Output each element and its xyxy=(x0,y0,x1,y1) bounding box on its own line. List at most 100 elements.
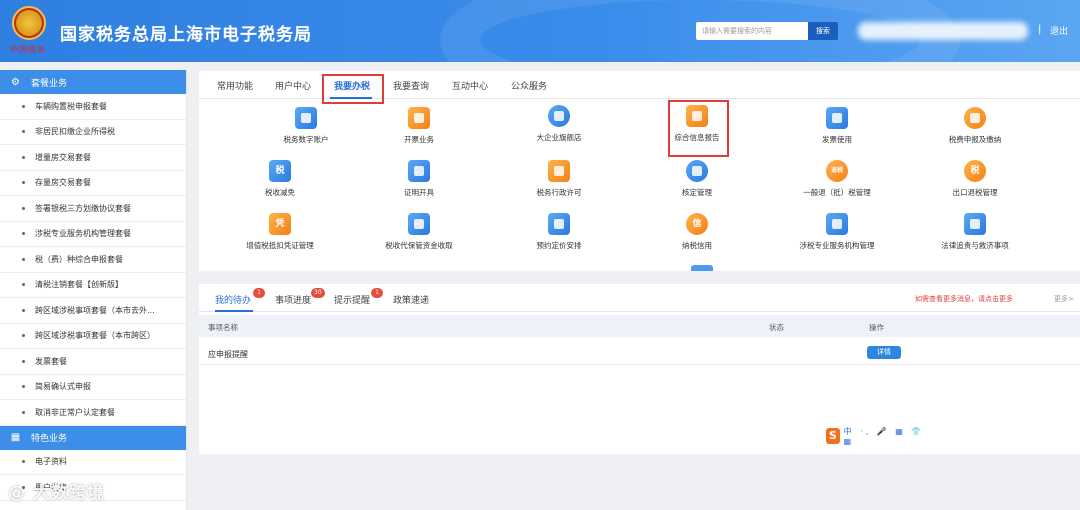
sidebar-item[interactable]: 简易确认式申报 xyxy=(0,375,186,400)
settings-icon: ⚙ xyxy=(11,76,20,88)
tab-user-center[interactable]: 用户中心 xyxy=(275,79,311,92)
service-label: 涉税专业服务机构管理 xyxy=(799,241,875,250)
sidebar-section-packages[interactable]: ⚙ 套餐业务 xyxy=(0,70,186,94)
vat-voucher-icon: 凭 xyxy=(269,213,291,235)
sidebar-section-featured[interactable]: ▦ 特色业务 xyxy=(0,425,186,450)
tab-my-todo[interactable]: 我的待办 1 xyxy=(215,288,265,306)
service-tax-relief[interactable]: 税 税收减免 xyxy=(205,160,355,198)
certificate-icon xyxy=(408,160,430,182)
service-label: 一般退（抵）税管理 xyxy=(803,188,871,197)
service-invoice-issue[interactable]: 开票业务 xyxy=(344,107,494,145)
tab-public-service[interactable]: 公众服务 xyxy=(511,79,547,92)
count-badge: 1 xyxy=(371,288,383,298)
sidebar-item-label: 取消非正常户认定套餐 xyxy=(35,407,115,417)
service-custody-fund[interactable]: 税收代保管资金收取 xyxy=(344,213,494,251)
service-label: 预约定价安排 xyxy=(536,241,582,250)
bullet-icon xyxy=(22,232,25,236)
service-vat-voucher[interactable]: 凭 增值税抵扣凭证管理 xyxy=(205,213,355,251)
export-refund-glyph: 税 xyxy=(970,166,980,176)
watermark: @ 大数跨境 xyxy=(8,483,105,503)
sidebar-item-label: 存量房交易套餐 xyxy=(35,178,91,188)
service-legal-remedy[interactable]: 法律追责与救济事项 xyxy=(900,213,1050,251)
search-input[interactable]: 请输入需要搜索的内容 xyxy=(696,22,808,40)
tab-label: 政策速递 xyxy=(393,296,430,306)
more-notice[interactable]: 如需查看更多消息，请点击更多 xyxy=(915,294,1013,304)
sidebar-item-label: 车辆购置税申报套餐 xyxy=(35,101,107,111)
sidebar-item[interactable]: 跨区域涉税事项套餐（本市跨区） xyxy=(0,324,186,349)
row-name: 应申报提醒 xyxy=(208,350,248,359)
count-badge: 30 xyxy=(311,288,325,298)
bullet-icon xyxy=(22,104,25,108)
service-agency-management[interactable]: 涉税专业服务机构管理 xyxy=(762,213,912,251)
sidebar-item[interactable]: 签署银税三方划缴协议套餐 xyxy=(0,196,186,222)
service-label: 税费申报及缴纳 xyxy=(948,135,1002,144)
service-admin-license[interactable]: 税务行政许可 xyxy=(484,160,634,198)
service-credit[interactable]: 信 纳税信用 xyxy=(622,213,772,251)
sidebar-item[interactable]: 发票套餐 xyxy=(0,349,186,375)
bullet-icon xyxy=(22,257,25,261)
pricing-icon xyxy=(548,213,570,235)
logout-link[interactable]: 退出 xyxy=(1050,24,1068,37)
service-label: 税收代保管资金收取 xyxy=(385,241,453,250)
sidebar-item-label: 签署银税三方划缴协议套餐 xyxy=(35,203,131,213)
service-pricing[interactable]: 预约定价安排 xyxy=(484,213,634,251)
sidebar-item[interactable]: 非居民扣缴企业所得税 xyxy=(0,120,186,145)
service-label: 增值税抵扣凭证管理 xyxy=(246,241,314,250)
service-assessment[interactable]: 核定管理 xyxy=(622,160,772,198)
service-panel: 常用功能 用户中心 我要办税 我要查询 互动中心 公众服务 税务数字账户 开票业… xyxy=(199,71,1080,271)
service-refund[interactable]: 退税 一般退（抵）税管理 xyxy=(762,160,912,198)
more-link[interactable]: 更多> xyxy=(1054,294,1074,304)
grid-icon: ▦ xyxy=(10,432,21,443)
law-icon xyxy=(964,213,986,235)
tab-policy[interactable]: 政策速递 xyxy=(393,293,429,306)
sidebar-item[interactable]: 取消非正常户认定套餐 xyxy=(0,400,186,426)
service-tax-payment[interactable]: 税费申报及缴纳 xyxy=(900,107,1050,145)
license-icon xyxy=(548,160,570,182)
user-info-blurred xyxy=(858,22,1028,40)
service-label: 出口退税管理 xyxy=(952,188,998,197)
tab-label: 事项进度 xyxy=(275,296,312,306)
bullet-icon xyxy=(22,308,25,312)
custody-fund-icon xyxy=(408,213,430,235)
column-header: 操作 xyxy=(869,323,884,332)
service-invoice-use[interactable]: 发票使用 xyxy=(762,107,912,145)
sidebar: ⚙ 套餐业务 车辆购置税申报套餐 非居民扣缴企业所得税 增量房交易套餐 存量房交… xyxy=(0,70,187,510)
sidebar-item[interactable]: 清税注销套餐【创新版】 xyxy=(0,273,186,298)
tab-label: 提示提醒 xyxy=(334,296,371,306)
bullet-icon xyxy=(22,130,25,134)
tab-progress[interactable]: 事项进度 30 xyxy=(275,288,325,306)
service-enterprise-store[interactable]: 大企业旗舰店 xyxy=(484,105,634,143)
sidebar-item[interactable]: 涉税专业服务机构管理套餐 xyxy=(0,222,186,247)
detail-button[interactable]: 详情 xyxy=(867,346,901,359)
credit-icon: 信 xyxy=(686,213,708,235)
search-button[interactable]: 搜索 xyxy=(808,22,838,40)
sidebar-item-label: 跨区域涉税事项套餐（本市跨区） xyxy=(35,331,155,341)
sidebar-item-label: 清税注销套餐【创新版】 xyxy=(35,280,123,290)
todo-tabs: 我的待办 1 事项进度 30 提示提醒 1 政策速递 如需查看更多消息，请点击更多 更… xyxy=(199,284,1080,312)
service-label: 税务行政许可 xyxy=(536,188,582,197)
count-badge: 1 xyxy=(253,288,265,298)
tab-common[interactable]: 常用功能 xyxy=(217,79,253,92)
bullet-icon xyxy=(22,410,25,414)
sidebar-item[interactable]: 税（费）种综合申报套餐 xyxy=(0,247,186,273)
column-header: 事项名称 xyxy=(208,323,238,332)
tax-payment-icon xyxy=(964,107,986,129)
ime-toolbar[interactable]: S 中 ·, 🎤 ▦ 👕 ▦ xyxy=(826,427,926,446)
refund-glyph: 退税 xyxy=(830,167,843,174)
sidebar-item[interactable]: 跨区域涉税事项套餐（本市去外... xyxy=(0,298,186,324)
sidebar-item-label: 发票套餐 xyxy=(35,356,67,366)
tab-interaction[interactable]: 互动中心 xyxy=(452,79,488,92)
tab-query[interactable]: 我要查询 xyxy=(393,79,429,92)
service-export-refund[interactable]: 税 出口退税管理 xyxy=(900,160,1050,198)
tab-highlight-box xyxy=(322,74,384,104)
emblem-text: 中国税务 xyxy=(10,45,46,54)
tab-reminders[interactable]: 提示提醒 1 xyxy=(334,288,383,306)
account-icon xyxy=(295,107,317,129)
service-certificate[interactable]: 证明开具 xyxy=(344,160,494,198)
sidebar-item[interactable]: 电子资料 xyxy=(0,450,186,475)
vat-voucher-glyph: 凭 xyxy=(275,219,285,229)
sidebar-item[interactable]: 车辆购置税申报套餐 xyxy=(0,94,186,120)
sidebar-item[interactable]: 存量房交易套餐 xyxy=(0,171,186,196)
sidebar-item[interactable]: 增量房交易套餐 xyxy=(0,145,186,171)
service-label: 发票使用 xyxy=(822,135,852,144)
